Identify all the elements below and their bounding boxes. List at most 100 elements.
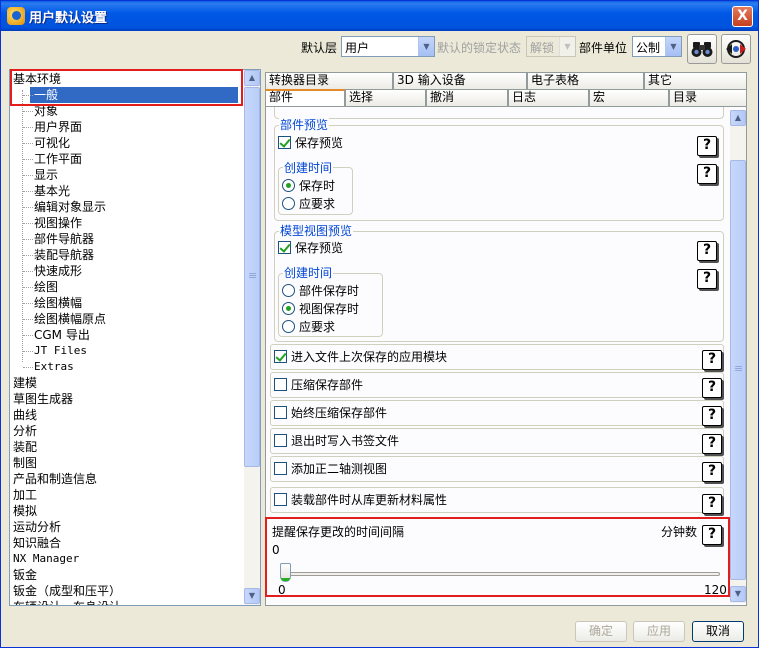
- scroll-up-icon[interactable]: ▲: [244, 70, 260, 86]
- reminder-slider-track[interactable]: [280, 572, 720, 576]
- scroll-down-icon[interactable]: ▼: [730, 586, 746, 602]
- model-on-part-save-radio[interactable]: [282, 284, 295, 297]
- unit-select[interactable]: 公制 ▼: [632, 36, 682, 57]
- help-icon[interactable]: ?: [697, 241, 717, 261]
- tab-3d-input[interactable]: 3D 输入设备: [393, 72, 527, 89]
- part-on-save-radio[interactable]: [282, 179, 295, 192]
- tab-directory[interactable]: 目录: [669, 89, 747, 106]
- model-on-demand-radio[interactable]: [282, 320, 295, 333]
- add-trimetric-view-checkbox[interactable]: [274, 462, 287, 475]
- tree-item[interactable]: 部件导航器: [34, 231, 94, 247]
- tree-item[interactable]: 对象: [34, 103, 58, 119]
- reminder-slider-thumb[interactable]: [280, 563, 291, 582]
- tree-item[interactable]: 运动分析: [13, 519, 61, 535]
- category-tree[interactable]: 基本环境 一般 对象 用户界面 可视化 工作平面 显示 基本光 编辑对象显示 视图操作 部件导航器装…: [9, 69, 261, 606]
- model-on-view-save-radio[interactable]: [282, 302, 295, 315]
- part-save-preview-checkbox[interactable]: [278, 136, 291, 149]
- reminder-unit-label: 分钟数: [661, 525, 698, 539]
- tree-item[interactable]: 绘图横幅原点: [34, 311, 106, 327]
- default-layer-select[interactable]: 用户 ▼: [341, 36, 435, 57]
- help-icon[interactable]: ?: [702, 525, 722, 545]
- help-icon[interactable]: ?: [697, 136, 717, 156]
- scroll-up-icon[interactable]: ▲: [730, 110, 746, 126]
- tree-item[interactable]: 曲线: [13, 407, 37, 423]
- tree-item[interactable]: 绘图横幅: [34, 295, 82, 311]
- write-bookmark-checkbox[interactable]: [274, 434, 287, 447]
- tab-macro[interactable]: 宏: [589, 89, 669, 106]
- tree-item[interactable]: 视图操作: [34, 215, 82, 231]
- tree-item[interactable]: 知识融合: [13, 535, 61, 551]
- enter-last-app-checkbox[interactable]: [274, 350, 287, 363]
- ok-button[interactable]: 确定: [575, 621, 627, 642]
- tree-item[interactable]: 基本光: [34, 183, 70, 199]
- help-icon[interactable]: ?: [702, 434, 722, 454]
- update-material-checkbox[interactable]: [274, 493, 287, 506]
- title-bar[interactable]: 用户默认设置 X: [1, 1, 758, 31]
- scroll-thumb[interactable]: [244, 87, 260, 467]
- tree-item[interactable]: JT Files: [34, 343, 87, 359]
- tree-item[interactable]: 钣金（成型和压平）: [13, 583, 121, 599]
- help-icon[interactable]: ?: [702, 350, 722, 370]
- tree-item[interactable]: 装配: [13, 439, 37, 455]
- tree-item[interactable]: 基本环境: [13, 71, 61, 87]
- tree-item[interactable]: NX Manager: [13, 551, 79, 567]
- help-icon[interactable]: ?: [702, 406, 722, 426]
- help-icon[interactable]: ?: [697, 164, 717, 184]
- cancel-button[interactable]: 取消: [692, 621, 744, 642]
- tree-connector: [23, 287, 33, 288]
- tab-spreadsheet[interactable]: 电子表格: [527, 72, 644, 89]
- tab-part[interactable]: 部件: [265, 89, 345, 106]
- tab-other[interactable]: 其它: [644, 72, 747, 89]
- tree-item[interactable]: 装配导航器: [34, 247, 94, 263]
- tree-item[interactable]: Extras: [34, 359, 74, 375]
- part-on-demand-radio[interactable]: [282, 197, 295, 210]
- tree-item[interactable]: 用户界面: [34, 119, 82, 135]
- tree-scrollbar[interactable]: ▲ ▼: [244, 70, 260, 605]
- part-on-save-label: 保存时: [299, 179, 336, 193]
- part-create-time-title: 创建时间: [283, 161, 334, 175]
- chevron-down-icon: ▼: [418, 37, 434, 56]
- lock-status-select[interactable]: 解锁 ▼: [526, 36, 576, 57]
- tree-item[interactable]: 建模: [13, 375, 37, 391]
- panel-scrollbar[interactable]: ▲ ▼: [730, 110, 746, 603]
- help-icon[interactable]: ?: [697, 269, 717, 289]
- apply-button[interactable]: 应用: [633, 621, 685, 642]
- tree-connector: [23, 351, 33, 352]
- tree-item[interactable]: CGM 导出: [34, 327, 90, 343]
- tree-item[interactable]: 模拟: [13, 503, 37, 519]
- model-save-preview-checkbox[interactable]: [278, 241, 291, 254]
- tree-item[interactable]: 钣金: [13, 567, 37, 583]
- tree-item[interactable]: 编辑对象显示: [34, 199, 106, 215]
- tree-item[interactable]: 绘图: [34, 279, 58, 295]
- find-setting-button[interactable]: [687, 34, 717, 64]
- tree-connector: [23, 191, 33, 192]
- tree-item[interactable]: 显示: [34, 167, 58, 183]
- tree-item[interactable]: 工作平面: [34, 151, 82, 167]
- settings-manager-button[interactable]: [721, 34, 751, 64]
- tree-item[interactable]: 一般: [30, 87, 238, 103]
- tree-item[interactable]: 分析: [13, 423, 37, 439]
- compress-save-checkbox[interactable]: [274, 378, 287, 391]
- user-defaults-dialog: 用户默认设置 X 默认层 用户 ▼ 默认的锁定状态 解锁 ▼ 部件单位 公制 ▼: [0, 0, 759, 648]
- tab-undo[interactable]: 撤消: [426, 89, 508, 106]
- tree-item[interactable]: 加工: [13, 487, 37, 503]
- help-icon[interactable]: ?: [702, 462, 722, 482]
- tree-item[interactable]: 车辆设计 - 车身设计: [13, 599, 121, 605]
- scroll-thumb[interactable]: [730, 160, 746, 580]
- help-icon[interactable]: ?: [702, 494, 722, 514]
- tree-connector: [23, 319, 33, 320]
- tree-item[interactable]: 制图: [13, 455, 37, 471]
- tab-selection[interactable]: 选择: [345, 89, 426, 106]
- tree-item[interactable]: 可视化: [34, 135, 70, 151]
- always-compress-checkbox[interactable]: [274, 406, 287, 419]
- tree-item[interactable]: 草图生成器: [13, 391, 73, 407]
- tree-item[interactable]: 快速成形: [34, 263, 82, 279]
- reminder-min-label: 0: [278, 583, 286, 597]
- scroll-down-icon[interactable]: ▼: [244, 588, 260, 604]
- close-button[interactable]: X: [732, 6, 753, 27]
- tree-connector: [23, 175, 33, 176]
- tree-item[interactable]: 产品和制造信息: [13, 471, 97, 487]
- tab-converter-dir[interactable]: 转换器目录: [265, 72, 393, 89]
- tab-log[interactable]: 日志: [508, 89, 589, 106]
- help-icon[interactable]: ?: [702, 378, 722, 398]
